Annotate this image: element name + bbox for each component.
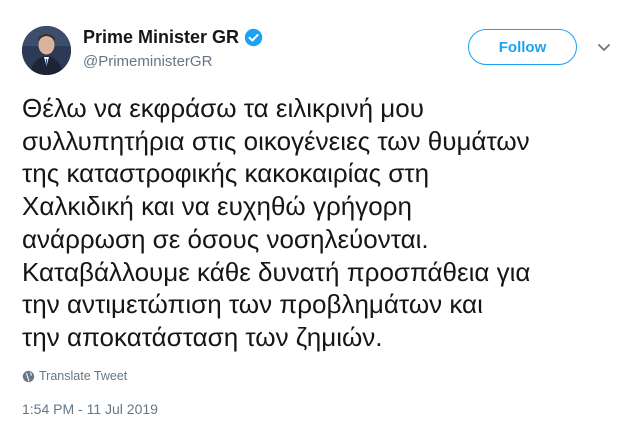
chevron-down-icon[interactable]	[595, 38, 613, 56]
author-handle[interactable]: @PrimeministerGR	[83, 53, 212, 70]
author-display-name[interactable]: Prime Minister GR	[83, 27, 239, 48]
translate-tweet-link[interactable]: Translate Tweet	[22, 369, 127, 383]
tweet-timestamp[interactable]: 1:54 PM - 11 Jul 2019	[22, 401, 158, 417]
avatar[interactable]	[22, 26, 71, 75]
verified-badge-icon	[244, 28, 263, 47]
globe-icon	[22, 370, 35, 382]
follow-button[interactable]: Follow	[468, 29, 577, 65]
tweet-text: Θέλω να εκφράσω τα ειλικρινή μου συλλυπη…	[22, 93, 531, 352]
translate-label: Translate Tweet	[39, 369, 128, 383]
avatar-photo	[22, 26, 71, 75]
author-name-row: Prime Minister GR	[83, 27, 263, 48]
